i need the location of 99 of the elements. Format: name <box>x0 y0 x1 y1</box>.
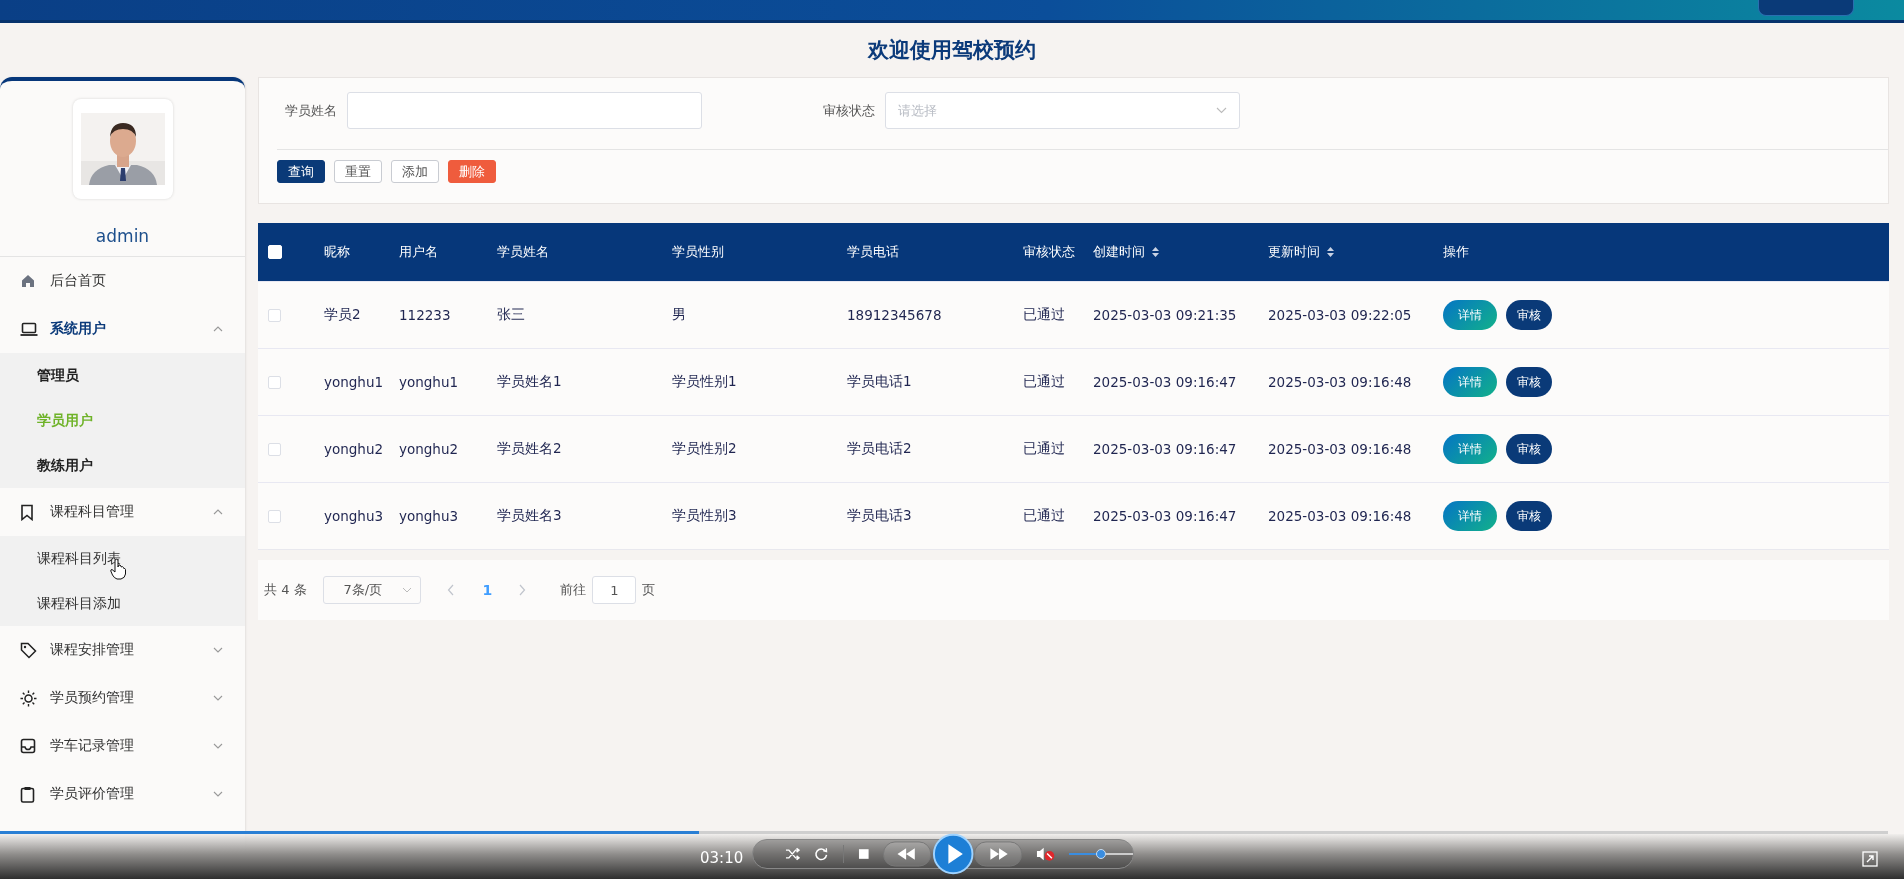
details-button[interactable]: 详情 <box>1443 434 1497 464</box>
submenu-item[interactable]: 课程科目添加 <box>0 581 245 626</box>
page-title: 欢迎使用驾校预约 <box>868 37 1036 64</box>
row-checkbox[interactable] <box>268 375 281 389</box>
volume-thumb[interactable] <box>1096 849 1107 859</box>
total-count: 共 4 条 <box>264 581 307 599</box>
menu-item[interactable]: 学员预约管理 <box>0 674 245 722</box>
table-cell: 2025-03-03 09:22:05 <box>1268 307 1412 323</box>
page-suffix: 页 <box>642 581 656 599</box>
table-cell: 学员姓名3 <box>497 507 562 525</box>
table-cell: 张三 <box>497 306 525 324</box>
fullscreen-icon[interactable] <box>1862 851 1878 867</box>
inbox-icon <box>20 738 36 754</box>
table-cell: 2025-03-03 09:16:47 <box>1093 374 1237 390</box>
review-button[interactable]: 审核 <box>1506 367 1552 397</box>
row-checkbox[interactable] <box>268 308 281 322</box>
header-button[interactable] <box>1758 0 1854 16</box>
review-button[interactable]: 审核 <box>1506 300 1552 330</box>
row-checkbox[interactable] <box>268 442 281 456</box>
column-header: 学员性别 <box>672 243 724 261</box>
table-cell: 学员电话3 <box>847 507 912 525</box>
table-cell: 学员电话2 <box>847 440 912 458</box>
table-cell: yonghu1 <box>399 374 459 390</box>
rewind-icon[interactable] <box>883 841 932 867</box>
field-label: 审核状态 <box>822 101 875 120</box>
laptop-icon <box>20 321 38 337</box>
review-button[interactable]: 审核 <box>1506 501 1552 531</box>
table-cell: 已通过 <box>1023 306 1065 324</box>
menu-item[interactable]: 课程安排管理 <box>0 626 245 674</box>
column-header[interactable]: 创建时间 <box>1093 243 1145 261</box>
table-cell: 2025-03-03 09:16:47 <box>1093 441 1237 457</box>
chevron-down-icon <box>401 587 412 593</box>
table-cell: 学员性别1 <box>672 373 737 391</box>
input-field[interactable] <box>347 92 702 129</box>
submenu-item[interactable]: 管理员 <box>0 353 245 398</box>
repeat-icon[interactable] <box>814 846 829 862</box>
table-cell: 学员2 <box>324 306 361 324</box>
details-button[interactable]: 详情 <box>1443 300 1497 330</box>
table-cell: 学员姓名2 <box>497 440 562 458</box>
details-button[interactable]: 详情 <box>1443 501 1497 531</box>
submenu-item[interactable]: 教练用户 <box>0 443 245 488</box>
menu-item[interactable]: 系统用户 <box>0 305 245 353</box>
bookmark-icon <box>20 503 34 521</box>
page-input[interactable]: 1 <box>592 576 637 604</box>
sort-icon[interactable] <box>1326 246 1335 258</box>
table-cell: 已通过 <box>1023 507 1065 525</box>
details-button[interactable]: 详情 <box>1443 367 1497 397</box>
field-label: 学员姓名 <box>284 101 337 120</box>
filter-button[interactable]: 添加 <box>391 160 439 183</box>
table-cell: 112233 <box>399 307 451 323</box>
table-cell: 学员性别3 <box>672 507 737 525</box>
table-cell: 学员性别2 <box>672 440 737 458</box>
menu-item[interactable]: 学员评价管理 <box>0 770 245 818</box>
muted-speaker-icon[interactable] <box>1036 846 1056 862</box>
shuffle-icon[interactable] <box>785 847 801 861</box>
menu-item[interactable]: 课程科目管理 <box>0 488 245 536</box>
chevron-down-icon <box>1216 107 1227 114</box>
column-header: 用户名 <box>399 243 438 261</box>
home-icon <box>20 273 36 289</box>
table-cell: 已通过 <box>1023 440 1065 458</box>
stop-icon[interactable] <box>857 848 870 860</box>
clipboard-icon <box>20 785 35 803</box>
table-cell: 学员姓名1 <box>497 373 562 391</box>
row-checkbox[interactable] <box>268 509 281 523</box>
table-cell: 2025-03-03 09:21:35 <box>1093 307 1237 323</box>
review-button[interactable]: 审核 <box>1506 434 1552 464</box>
sort-icon[interactable] <box>1151 246 1160 258</box>
goto-label: 前往 <box>560 581 587 599</box>
select-all-checkbox[interactable] <box>268 245 282 259</box>
column-header: 操作 <box>1443 243 1469 261</box>
column-header: 昵称 <box>324 243 350 261</box>
user-name: admin <box>0 199 245 257</box>
table-cell: 2025-03-03 09:16:48 <box>1268 508 1412 524</box>
column-header: 学员电话 <box>847 243 899 261</box>
menu-item[interactable]: 学车记录管理 <box>0 722 245 770</box>
filter-button[interactable]: 查询 <box>277 160 325 183</box>
table-cell: 18912345678 <box>847 307 942 323</box>
column-header: 审核状态 <box>1023 243 1075 261</box>
table-cell: 2025-03-03 09:16:48 <box>1268 441 1412 457</box>
table-cell: yonghu1 <box>324 374 384 390</box>
table-cell: 2025-03-03 09:16:47 <box>1093 508 1237 524</box>
table-cell: yonghu3 <box>399 508 459 524</box>
fast-forward-icon[interactable] <box>973 841 1023 867</box>
table-cell: 2025-03-03 09:16:48 <box>1268 374 1412 390</box>
table-cell: yonghu3 <box>324 508 384 524</box>
table-cell: 已通过 <box>1023 373 1065 391</box>
menu-item[interactable]: 后台首页 <box>0 257 245 305</box>
sun-icon <box>20 689 37 707</box>
table-cell: yonghu2 <box>324 441 384 457</box>
column-header[interactable]: 更新时间 <box>1268 243 1320 261</box>
filter-button[interactable]: 重置 <box>334 160 382 183</box>
play-icon[interactable] <box>931 832 974 876</box>
page-size-select[interactable]: 7条/页 <box>322 576 421 604</box>
table-cell: yonghu2 <box>399 441 459 457</box>
playback-time: 03:10 <box>700 849 744 867</box>
column-header: 学员姓名 <box>497 243 549 261</box>
table-cell: 学员电话1 <box>847 373 912 391</box>
tag-icon <box>20 641 37 659</box>
table-cell: 男 <box>672 306 686 324</box>
